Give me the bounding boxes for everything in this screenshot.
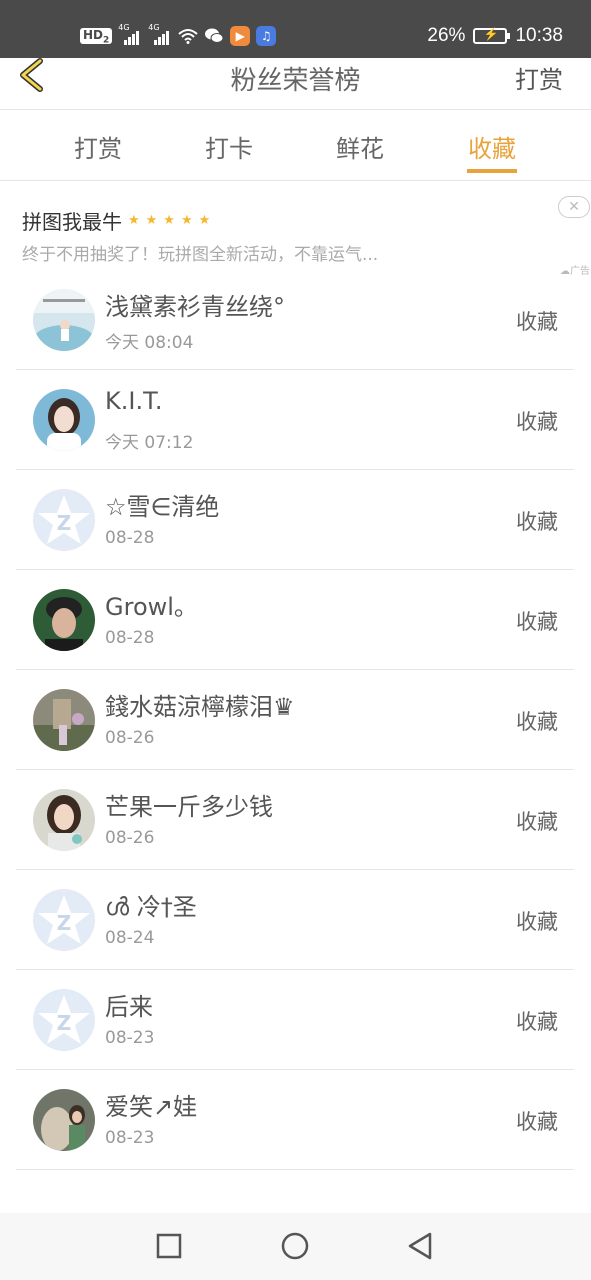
- svg-text:Z: Z: [57, 911, 72, 935]
- list-item[interactable]: Growl。 08-28 收藏: [16, 570, 574, 670]
- user-name: ☆雪∈清绝: [105, 493, 220, 521]
- timestamp: 今天 07:12: [105, 433, 194, 453]
- home-circle-icon[interactable]: [280, 1231, 310, 1261]
- avatar[interactable]: [33, 789, 95, 851]
- action-tag: 收藏: [516, 910, 558, 934]
- tab-favorites[interactable]: 收藏: [462, 129, 522, 173]
- timestamp: 今天 08:04: [105, 333, 194, 353]
- avatar[interactable]: Z: [33, 989, 95, 1051]
- timestamp: 08-28: [105, 628, 155, 648]
- music-app-icon: ♫: [256, 26, 277, 46]
- action-tag: 收藏: [516, 310, 558, 334]
- recents-square-icon[interactable]: [154, 1231, 184, 1261]
- signal-icon: 4G: [118, 23, 142, 45]
- svg-text:Z: Z: [57, 511, 72, 535]
- timestamp: 08-24: [105, 928, 155, 948]
- timestamp: 08-28: [105, 528, 155, 548]
- avatar[interactable]: [33, 389, 95, 451]
- timestamp: 08-23: [105, 1028, 155, 1048]
- battery-icon: ⚡: [473, 27, 511, 44]
- clock: 10:38: [515, 25, 563, 46]
- action-tag: 收藏: [516, 1010, 558, 1034]
- back-triangle-icon[interactable]: [405, 1231, 435, 1261]
- battery-percent: 26%: [427, 25, 466, 46]
- timestamp: 08-26: [105, 828, 155, 848]
- timestamp: 08-26: [105, 728, 155, 748]
- list-item[interactable]: Z ൾ 冷†圣 08-24 收藏: [16, 870, 574, 970]
- avatar[interactable]: [33, 289, 95, 351]
- list-item[interactable]: Z 后来 08-23 收藏: [16, 970, 574, 1070]
- ad-rating-stars: ★★★★★: [128, 213, 217, 228]
- avatar[interactable]: [33, 1089, 95, 1151]
- page-title: 粉丝荣誉榜: [230, 66, 361, 96]
- user-name: 爱笑↗娃: [105, 1093, 198, 1121]
- reward-button[interactable]: 打赏: [515, 60, 563, 95]
- action-tag: 收藏: [516, 610, 558, 634]
- signal-icon: 4G: [148, 23, 172, 45]
- tab-flowers[interactable]: 鲜花: [330, 129, 390, 164]
- user-name: ൾ 冷†圣: [105, 893, 197, 921]
- action-tag: 收藏: [516, 410, 558, 434]
- tab-bar: 打赏 打卡 鲜花 收藏: [0, 111, 591, 181]
- app-header: 粉丝荣誉榜 打赏: [0, 58, 591, 110]
- action-tag: 收藏: [516, 1110, 558, 1134]
- status-bar: HD2 4G 4G ▶ ♫ 26% ⚡ 10:38: [0, 0, 591, 58]
- ad-banner[interactable]: 拼图我最牛 ★★★★★ 终于不用抽奖了！玩拼图全新活动，不靠运气... ✕ ☁广…: [0, 182, 591, 277]
- avatar[interactable]: [33, 589, 95, 651]
- user-name: 浅黛素衫青丝绕°: [105, 293, 285, 321]
- action-tag: 收藏: [516, 510, 558, 534]
- user-name: 芒果一斤多少钱: [105, 793, 273, 821]
- hd-indicator: HD2: [80, 28, 113, 45]
- avatar[interactable]: Z: [33, 489, 95, 551]
- timestamp: 08-23: [105, 1128, 155, 1148]
- list-item[interactable]: 浅黛素衫青丝绕° 今天 08:04 收藏: [16, 270, 574, 370]
- favorites-list: 浅黛素衫青丝绕° 今天 08:04 收藏 K.I.T. 今天 07:12 收藏 Z ☆雪∈清绝…: [16, 270, 574, 1170]
- tab-reward[interactable]: 打赏: [68, 129, 128, 164]
- ad-close-button[interactable]: ✕: [558, 196, 590, 218]
- list-item[interactable]: K.I.T. 今天 07:12 收藏: [16, 370, 574, 470]
- tab-checkin[interactable]: 打卡: [199, 129, 259, 164]
- list-item[interactable]: 爱笑↗娃 08-23 收藏: [16, 1070, 574, 1170]
- wifi-icon: [178, 29, 198, 44]
- action-tag: 收藏: [516, 710, 558, 734]
- user-name: 后来: [105, 993, 153, 1021]
- list-item[interactable]: 芒果一斤多少钱 08-26 收藏: [16, 770, 574, 870]
- list-item[interactable]: Z ☆雪∈清绝 08-28 收藏: [16, 470, 574, 570]
- svg-text:Z: Z: [57, 1011, 72, 1035]
- user-name: 錢水菇涼檸檬泪♛: [105, 693, 295, 721]
- user-name: K.I.T.: [105, 387, 163, 415]
- system-nav-bar: [0, 1213, 591, 1280]
- avatar[interactable]: [33, 689, 95, 751]
- list-item[interactable]: 錢水菇涼檸檬泪♛ 08-26 收藏: [16, 670, 574, 770]
- video-app-icon: ▶: [230, 26, 251, 46]
- ad-description: 终于不用抽奖了！玩拼图全新活动，不靠运气...: [22, 245, 379, 265]
- wechat-icon: [205, 28, 224, 43]
- user-name: Growl。: [105, 593, 198, 621]
- action-tag: 收藏: [516, 810, 558, 834]
- avatar[interactable]: Z: [33, 889, 95, 951]
- ad-title: 拼图我最牛: [22, 210, 122, 234]
